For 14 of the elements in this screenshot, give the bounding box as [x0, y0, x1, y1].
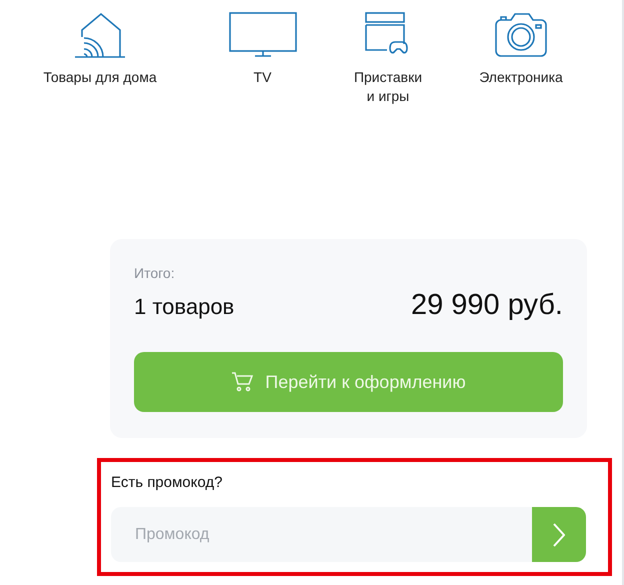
category-link[interactable]: Электроника	[479, 68, 563, 87]
category-link[interactable]: Товары для дома	[43, 68, 157, 87]
category-link[interactable]: Приставки и игры	[350, 68, 426, 106]
total-caption: Итого:	[134, 265, 176, 281]
house-icon	[74, 12, 126, 58]
apply-promo-button[interactable]	[532, 507, 586, 562]
total-price: 29 990 руб.	[410, 289, 563, 322]
chevron-right-icon	[553, 522, 565, 546]
category-link[interactable]: TV	[254, 68, 272, 87]
item-count: 1 товаров	[134, 294, 234, 320]
tv-icon	[228, 12, 296, 58]
camera-icon	[495, 12, 547, 58]
cart-icon	[231, 372, 254, 392]
promo-title: Есть промокод?	[111, 474, 224, 491]
